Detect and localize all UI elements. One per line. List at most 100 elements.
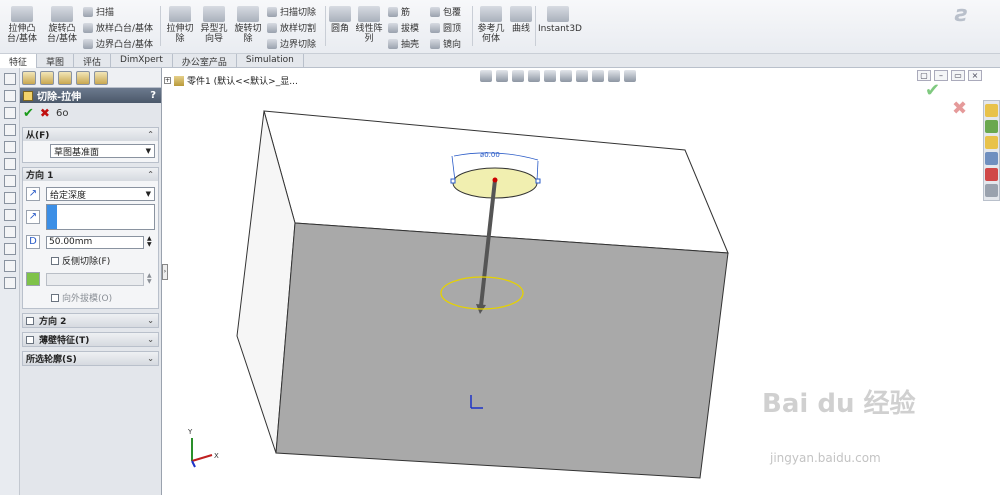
tab-sketch[interactable]: 草图 bbox=[37, 54, 75, 68]
direction-selection-box[interactable] bbox=[46, 204, 155, 230]
depth-icon: D bbox=[26, 235, 40, 249]
divider bbox=[325, 6, 326, 46]
extrude-boss-icon bbox=[11, 6, 33, 22]
depth-input[interactable]: 50.00mm bbox=[46, 235, 144, 249]
tab-features[interactable]: 特征 bbox=[0, 54, 38, 68]
collapse-icon[interactable]: ⌃ bbox=[147, 170, 154, 179]
tab-office-products[interactable]: 办公室产品 bbox=[173, 54, 237, 68]
ds-logo: ƨ bbox=[955, 2, 969, 27]
drag-handle[interactable] bbox=[450, 178, 456, 184]
tab-evaluate[interactable]: 评估 bbox=[74, 54, 112, 68]
tab-simulation[interactable]: Simulation bbox=[237, 54, 304, 68]
swept-cut-button[interactable]: 扫描切除 bbox=[267, 5, 316, 18]
configuration-icon[interactable] bbox=[58, 70, 72, 85]
checkbox[interactable] bbox=[26, 335, 34, 344]
sketch-tool-icon[interactable] bbox=[4, 175, 16, 187]
watermark: Bai du 经验 bbox=[762, 389, 916, 419]
dimxpert-icon[interactable] bbox=[76, 70, 90, 85]
triad-z-axis bbox=[191, 460, 196, 468]
model-viewport: ⌀0.00 Y X bbox=[187, 110, 729, 479]
checkbox[interactable] bbox=[51, 256, 59, 265]
sketch-tool-icon[interactable] bbox=[4, 141, 16, 153]
feature-tree-icon[interactable] bbox=[22, 70, 36, 85]
flip-side-checkbox[interactable]: 反侧切除(F) bbox=[51, 254, 155, 267]
sketch-tool-icon[interactable] bbox=[4, 243, 16, 255]
expand-icon[interactable]: ⌄ bbox=[147, 354, 154, 363]
graphics-area[interactable]: › + 零件1 (默认<<默认>_显... ▢ – ▭ × ✔ ✖ ⌀0.00 … bbox=[162, 68, 1000, 495]
loft-boss-button[interactable]: 放样凸台/基体 bbox=[83, 21, 153, 34]
manager-tabs bbox=[20, 68, 161, 88]
reference-geometry-button[interactable]: 参考几 何体 bbox=[476, 6, 506, 44]
boundary-icon bbox=[83, 38, 93, 49]
draft-on-off-icon[interactable] bbox=[26, 272, 40, 286]
direction1-group: 方向 1 ⌃ ↗ 给定深度 ▼ ↗ D 50.00mm ▲ ▼ 反侧切除(F) ▲ ▼ … bbox=[22, 167, 159, 309]
shell-button[interactable]: 抽壳 bbox=[388, 37, 419, 50]
dome-button[interactable]: 圆顶 bbox=[430, 21, 461, 34]
detailed-preview-icon[interactable]: 6o bbox=[56, 108, 68, 119]
selected-contours-group: 所选轮廓(S) ⌄ bbox=[22, 351, 159, 366]
draft-button[interactable]: 拔模 bbox=[388, 21, 419, 34]
sketch-tool-icon[interactable] bbox=[4, 158, 16, 170]
direction-vector-icon: ↗ bbox=[26, 210, 40, 224]
rib-button[interactable]: 筋 bbox=[388, 5, 410, 18]
help-button[interactable]: ? bbox=[150, 90, 156, 101]
hole-wizard-button[interactable]: 异型孔 向导 bbox=[198, 6, 230, 44]
divider bbox=[535, 6, 536, 46]
instant3d-icon bbox=[547, 6, 569, 22]
boundary-cut-button[interactable]: 边界切除 bbox=[267, 37, 316, 50]
boundary-cut-icon bbox=[267, 38, 277, 49]
sketch-tool-icon[interactable] bbox=[4, 277, 16, 289]
ok-check-icon[interactable]: ✔ bbox=[23, 106, 34, 121]
hole-wizard-icon bbox=[203, 6, 225, 22]
depth-spinner[interactable]: ▲ ▼ bbox=[147, 236, 155, 248]
linear-pattern-button[interactable]: 线性阵 列 bbox=[354, 6, 384, 44]
end-condition-select[interactable]: 给定深度 ▼ bbox=[46, 187, 155, 201]
revolve-cut-button[interactable]: 旋转切 除 bbox=[232, 6, 264, 44]
wrap-button[interactable]: 包覆 bbox=[430, 5, 461, 18]
swept-cut-icon bbox=[267, 6, 277, 17]
curves-icon bbox=[510, 6, 532, 22]
selected-contours-header[interactable]: 所选轮廓(S) ⌄ bbox=[23, 352, 158, 365]
extrude-cut-button[interactable]: 拉伸切 除 bbox=[164, 6, 196, 44]
checkbox[interactable] bbox=[26, 316, 34, 325]
mirror-button[interactable]: 镜向 bbox=[430, 37, 461, 50]
lofted-cut-button[interactable]: 放样切割 bbox=[267, 21, 316, 34]
thin-feature-header[interactable]: 薄壁特征(T) ⌄ bbox=[23, 333, 158, 346]
drag-handle[interactable] bbox=[535, 178, 541, 184]
command-tabs: 特征 草图 评估 DimXpert 办公室产品 Simulation bbox=[0, 54, 1000, 68]
tab-dimxpert[interactable]: DimXpert bbox=[111, 54, 173, 68]
revolve-cut-icon bbox=[237, 6, 259, 22]
display-manager-icon[interactable] bbox=[94, 70, 108, 85]
from-header[interactable]: 从(F) ⌃ bbox=[23, 128, 158, 141]
boundary-boss-button[interactable]: 边界凸台/基体 bbox=[83, 37, 153, 50]
extrude-boss-button[interactable]: 拉伸凸 台/基体 bbox=[4, 6, 40, 44]
sketch-tool-icon[interactable] bbox=[4, 90, 16, 102]
triad-x-axis bbox=[191, 454, 213, 462]
revolve-boss-button[interactable]: 旋转凸 台/基体 bbox=[44, 6, 80, 44]
collapse-icon[interactable]: ⌃ bbox=[147, 130, 154, 139]
sketch-tool-icon[interactable] bbox=[4, 73, 16, 85]
expand-icon[interactable]: ⌄ bbox=[147, 316, 154, 325]
box-front-face[interactable] bbox=[275, 222, 729, 479]
sketch-tool-icon[interactable] bbox=[4, 209, 16, 221]
instant3d-button[interactable]: Instant3D bbox=[538, 6, 582, 34]
reverse-direction-icon[interactable]: ↗ bbox=[26, 187, 40, 201]
sketch-tool-icon[interactable] bbox=[4, 124, 16, 136]
sketch-tool-icon[interactable] bbox=[4, 260, 16, 272]
feature-title: 切除-拉伸 bbox=[37, 92, 82, 103]
curves-button[interactable]: 曲线 bbox=[510, 6, 532, 34]
dimension-label[interactable]: ⌀0.00 bbox=[480, 151, 500, 159]
sweep-button[interactable]: 扫描 bbox=[83, 5, 114, 18]
linear-pattern-icon bbox=[358, 6, 380, 22]
expand-icon[interactable]: ⌄ bbox=[147, 335, 154, 344]
direction2-header[interactable]: 方向 2 ⌄ bbox=[23, 314, 158, 327]
sketch-tool-icon[interactable] bbox=[4, 107, 16, 119]
watermark-url: jingyan.baidu.com bbox=[770, 451, 881, 465]
fillet-button[interactable]: 圆角 bbox=[328, 6, 352, 34]
property-manager-icon[interactable] bbox=[40, 70, 54, 85]
from-select[interactable]: 草图基准面 ▼ bbox=[50, 144, 155, 158]
direction1-header[interactable]: 方向 1 ⌃ bbox=[23, 168, 158, 181]
sketch-tool-icon[interactable] bbox=[4, 192, 16, 204]
sketch-tool-icon[interactable] bbox=[4, 226, 16, 238]
cancel-x-icon[interactable]: ✖ bbox=[40, 106, 50, 120]
